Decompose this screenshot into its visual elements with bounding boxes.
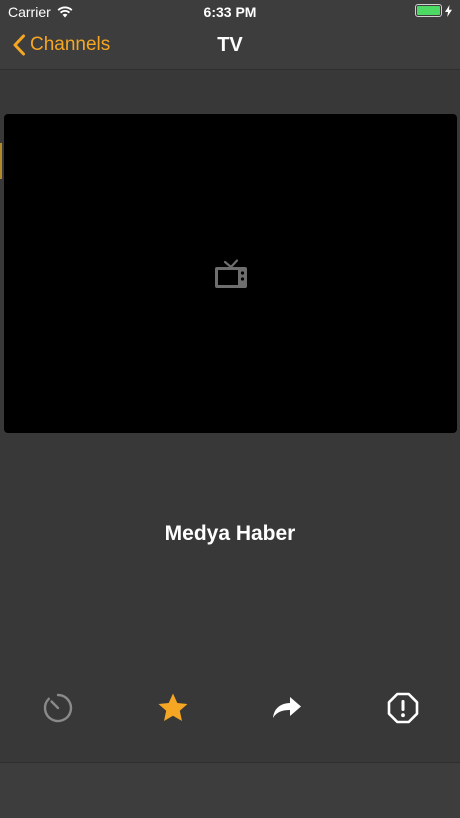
status-bar: Carrier 6:33 PM	[0, 0, 460, 24]
channel-name: Medya Haber	[164, 522, 296, 545]
battery-icon	[415, 4, 442, 17]
tv-icon	[214, 258, 247, 288]
alert-octagon-icon	[387, 692, 419, 724]
timer-icon	[43, 693, 73, 723]
favorite-button[interactable]	[153, 688, 193, 728]
status-right	[415, 4, 452, 17]
navigation-bar: Channels TV	[0, 24, 460, 70]
report-button[interactable]	[383, 688, 423, 728]
edge-indicator	[0, 143, 2, 179]
star-icon	[158, 693, 188, 721]
battery-level	[417, 6, 440, 15]
bottom-bar	[0, 762, 460, 818]
action-bar	[0, 688, 460, 728]
share-button[interactable]	[267, 688, 307, 728]
video-player[interactable]	[4, 114, 457, 433]
share-arrow-icon	[273, 697, 301, 718]
timer-button[interactable]	[38, 688, 78, 728]
status-time: 6:33 PM	[203, 4, 257, 20]
charging-bolt-icon	[445, 4, 452, 17]
page-title: TV	[217, 34, 243, 56]
